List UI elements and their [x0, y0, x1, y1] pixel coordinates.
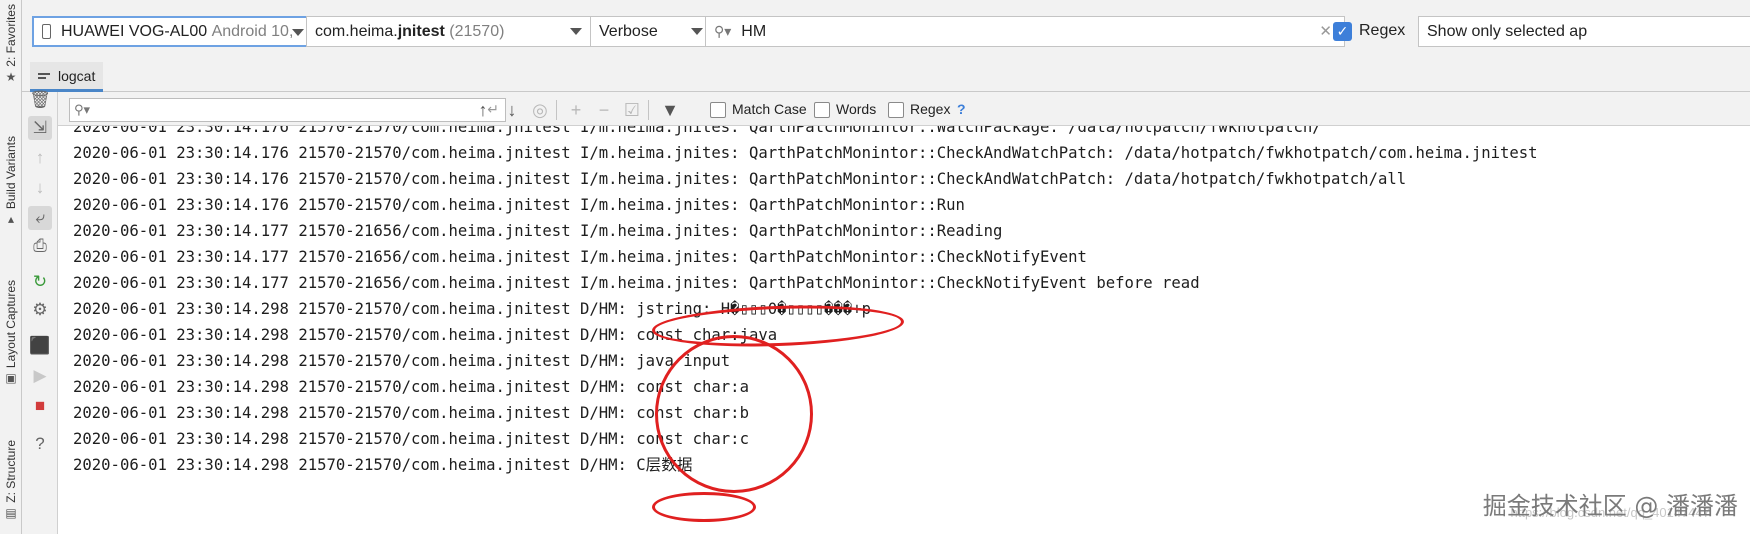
log-line: 2020-06-01 23:30:14.176 21570-21570/com.… — [73, 144, 1538, 162]
structure-label: Z: Structure — [4, 440, 18, 503]
arrow-up-icon[interactable]: ↑ — [28, 146, 52, 170]
find-regex-checkbox[interactable] — [888, 102, 904, 118]
find-all-icon[interactable]: ◎ — [528, 98, 552, 122]
words-checkbox[interactable] — [814, 102, 830, 118]
log-line: 2020-06-01 23:30:14.298 21570-21570/com.… — [73, 430, 749, 448]
log-level-value: Verbose — [599, 22, 658, 40]
favorites-tab[interactable]: 2: Favorites ★ — [0, 4, 22, 84]
stop-icon[interactable]: ■ — [28, 394, 52, 418]
process-package: com.heima. — [315, 22, 398, 40]
log-level-selector[interactable]: Verbose — [590, 16, 712, 47]
regex-help-link[interactable]: ? — [957, 101, 966, 117]
search-value: HM — [741, 22, 767, 40]
log-line: 2020-06-01 23:30:14.298 21570-21570/com.… — [73, 326, 778, 344]
add-selection-icon[interactable]: + — [564, 98, 588, 122]
tool-window-tab-bar: logcat — [22, 62, 1750, 92]
previous-occurrence-icon[interactable]: ↑ — [471, 98, 495, 122]
words-label: Words — [836, 101, 877, 117]
log-line: 2020-06-01 23:30:14.176 21570-21570/com.… — [73, 170, 1407, 188]
log-line: 2020-06-01 23:30:14.177 21570-21656/com.… — [73, 248, 1087, 266]
match-case-label: Match Case — [732, 101, 807, 117]
build-variants-icon: ▴ — [7, 212, 15, 227]
log-line: 2020-06-01 23:30:14.298 21570-21570/com.… — [73, 456, 693, 474]
log-line: 2020-06-01 23:30:14.298 21570-21570/com.… — [73, 404, 749, 422]
process-selector[interactable]: com.heima. jnitest (21570) — [306, 16, 591, 47]
regex-checkbox[interactable]: ✓ — [1333, 22, 1352, 41]
filter-option-value: Show only selected ap — [1427, 22, 1588, 40]
camera-icon[interactable]: ⬛ — [28, 334, 52, 358]
scroll-to-end-icon[interactable]: ⇲ — [28, 116, 52, 140]
chevron-down-icon — [691, 28, 703, 35]
build-variants-label: Build Variants — [4, 136, 18, 210]
regex-label: Regex — [1359, 22, 1406, 39]
favorites-label: 2: Favorites — [4, 4, 18, 67]
search-icon: ⚲▾ — [714, 23, 732, 39]
structure-tab[interactable]: Z: Structure ▤ — [0, 440, 22, 520]
gear-icon[interactable]: ⚙ — [28, 298, 52, 322]
clear-search-icon[interactable]: ✕ — [1319, 22, 1332, 40]
logcat-icon — [38, 71, 50, 81]
print-icon[interactable]: ⎙ — [28, 234, 52, 258]
process-name: jnitest — [397, 22, 445, 40]
log-line: 2020-06-01 23:30:14.177 21570-21656/com.… — [73, 274, 1200, 292]
restart-icon[interactable]: ↻ — [28, 270, 52, 294]
match-case-checkbox[interactable] — [710, 102, 726, 118]
layout-captures-label: Layout Captures — [4, 280, 18, 369]
logcat-side-toolbar: 🗑 ⇲ ↑ ↓ ⤶ ⎙ ↻ ⚙ ⬛ ▶ ■ ? — [22, 90, 58, 534]
device-selector[interactable]: HUAWEI VOG-AL00 Android 10, — [32, 16, 314, 47]
log-line: 2020-06-01 23:30:14.176 21570-21570/com.… — [73, 126, 1322, 136]
find-regex-label: Regex — [910, 101, 951, 117]
structure-icon: ▤ — [5, 505, 17, 520]
log-line: 2020-06-01 23:30:14.177 21570-21656/com.… — [73, 222, 1003, 240]
soft-wrap-icon[interactable]: ⤶ — [28, 206, 52, 230]
watermark: 掘金技术社区 @ 潘潘潘 — [1482, 492, 1738, 520]
layout-captures-icon: ▣ — [5, 371, 17, 386]
chevron-down-icon — [570, 28, 582, 35]
log-line: 2020-06-01 23:30:14.298 21570-21570/com.… — [73, 378, 749, 396]
log-line: 2020-06-01 23:30:14.176 21570-21570/com.… — [73, 196, 965, 214]
device-name: HUAWEI VOG-AL00 — [61, 22, 208, 40]
build-variants-tab[interactable]: Build Variants ▴ — [0, 136, 22, 226]
process-pid: (21570) — [449, 22, 505, 40]
divider — [648, 100, 649, 120]
screen-record-icon[interactable]: ▶ — [28, 364, 52, 388]
select-all-occurrences-icon[interactable]: ☑ — [620, 98, 644, 122]
find-input[interactable]: ⚲▾ ↵ — [69, 98, 506, 122]
find-search-icon: ⚲▾ — [74, 102, 91, 117]
filter-icon[interactable]: ▼ — [658, 98, 682, 122]
arrow-down-icon[interactable]: ↓ — [28, 176, 52, 200]
star-icon: ★ — [5, 69, 17, 84]
remove-selection-icon[interactable]: − — [592, 98, 616, 122]
next-occurrence-icon[interactable]: ↓ — [500, 98, 524, 122]
left-tool-strip: 2: Favorites ★ Build Variants ▴ Layout C… — [0, 0, 22, 534]
tab-logcat-label: logcat — [58, 67, 96, 84]
phone-icon — [42, 24, 51, 39]
trash-icon[interactable]: 🗑 — [28, 88, 52, 112]
filter-option-selector[interactable]: Show only selected ap — [1418, 16, 1750, 47]
divider — [556, 100, 557, 120]
search-input[interactable]: ⚲▾ HM ✕ — [705, 16, 1345, 47]
log-output[interactable]: 2020-06-01 23:30:14.176 21570-21570/com.… — [58, 126, 1750, 534]
layout-captures-tab[interactable]: Layout Captures ▣ — [0, 280, 22, 385]
find-bar: ⚲▾ ↵ ↑ ↓ ◎ + − ☑ ▼ Match Case Words Rege… — [58, 92, 1750, 126]
log-line: 2020-06-01 23:30:14.298 21570-21570/com.… — [73, 352, 731, 370]
chevron-down-icon — [292, 29, 304, 36]
logcat-top-toolbar: HUAWEI VOG-AL00 Android 10, com.heima. jn… — [22, 0, 1750, 62]
log-line: 2020-06-01 23:30:14.298 21570-21570/com.… — [73, 300, 871, 318]
help-icon[interactable]: ? — [28, 432, 52, 456]
device-os: Android 10, — [211, 22, 294, 40]
